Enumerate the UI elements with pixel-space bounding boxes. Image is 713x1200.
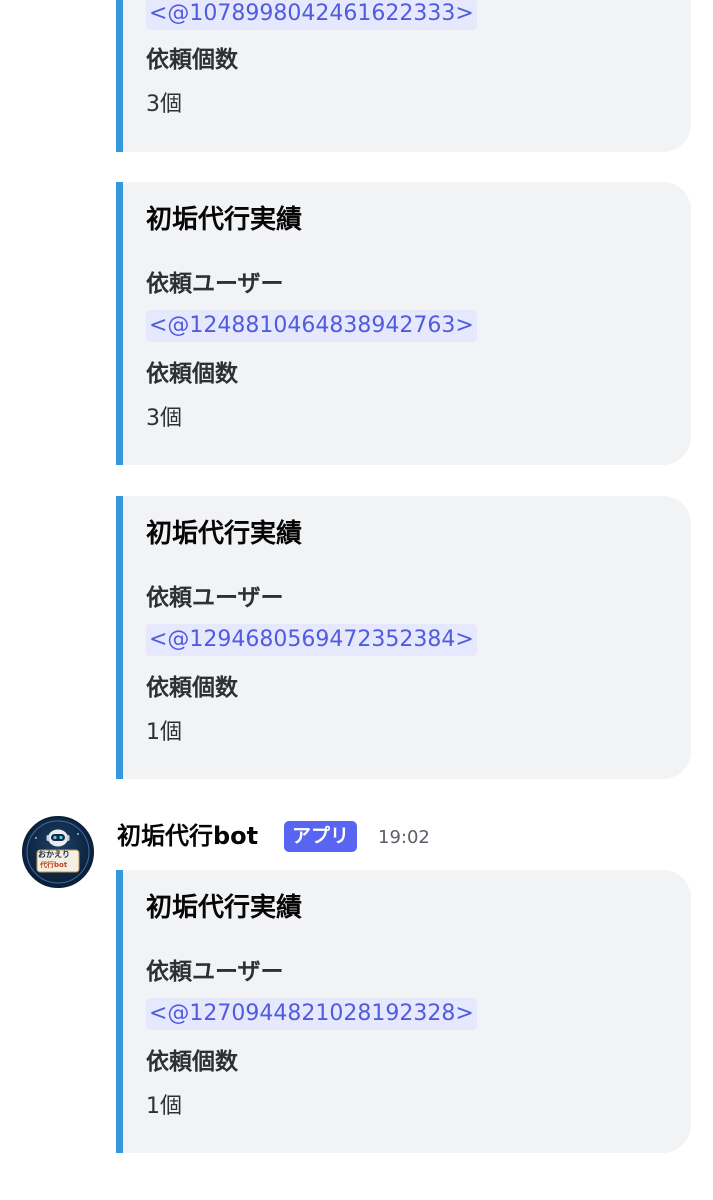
- user-mention[interactable]: <@1078998042461622333>: [146, 0, 477, 30]
- field-name-user: 依頼ユーザー: [146, 271, 284, 297]
- app-badge: アプリ: [284, 821, 358, 852]
- embed-card: 初垢代行実績 依頼ユーザー <@1248810464838942763> 依頼個…: [116, 182, 691, 465]
- bot-avatar[interactable]: おかえり 代行bot: [22, 816, 94, 888]
- field-name-user: 依頼ユーザー: [146, 585, 284, 611]
- message-timestamp[interactable]: 19:02: [378, 825, 430, 851]
- embed-title: 初垢代行実績: [146, 893, 303, 923]
- embed-title: 初垢代行実績: [146, 519, 303, 549]
- user-mention[interactable]: <@1294680569472352384>: [146, 624, 477, 656]
- field-name-user: 依頼ユーザー: [146, 959, 284, 985]
- embed-card: 初垢代行実績 依頼ユーザー <@1294680569472352384> 依頼個…: [116, 496, 691, 779]
- field-value-count: 1個: [146, 1094, 182, 1119]
- user-mention[interactable]: <@1248810464838942763>: [146, 310, 477, 342]
- field-name-count: 依頼個数: [146, 47, 238, 73]
- field-name-count: 依頼個数: [146, 1049, 238, 1075]
- user-mention[interactable]: <@1270944821028192328>: [146, 998, 477, 1030]
- author-name[interactable]: 初垢代行bot: [117, 819, 258, 853]
- embed-card: 初垢代行実績 依頼ユーザー <@1270944821028192328> 依頼個…: [116, 870, 691, 1153]
- field-value-count: 1個: [146, 720, 182, 745]
- embed-card: <@1078998042461622333> 依頼個数 3個: [116, 0, 691, 152]
- field-value-count: 3個: [146, 92, 182, 117]
- embed-title: 初垢代行実績: [146, 205, 303, 235]
- field-name-count: 依頼個数: [146, 361, 238, 387]
- field-value-count: 3個: [146, 406, 182, 431]
- avatar-label-1: おかえり: [38, 850, 70, 859]
- field-name-count: 依頼個数: [146, 675, 238, 701]
- avatar-label-2: 代行bot: [40, 861, 68, 869]
